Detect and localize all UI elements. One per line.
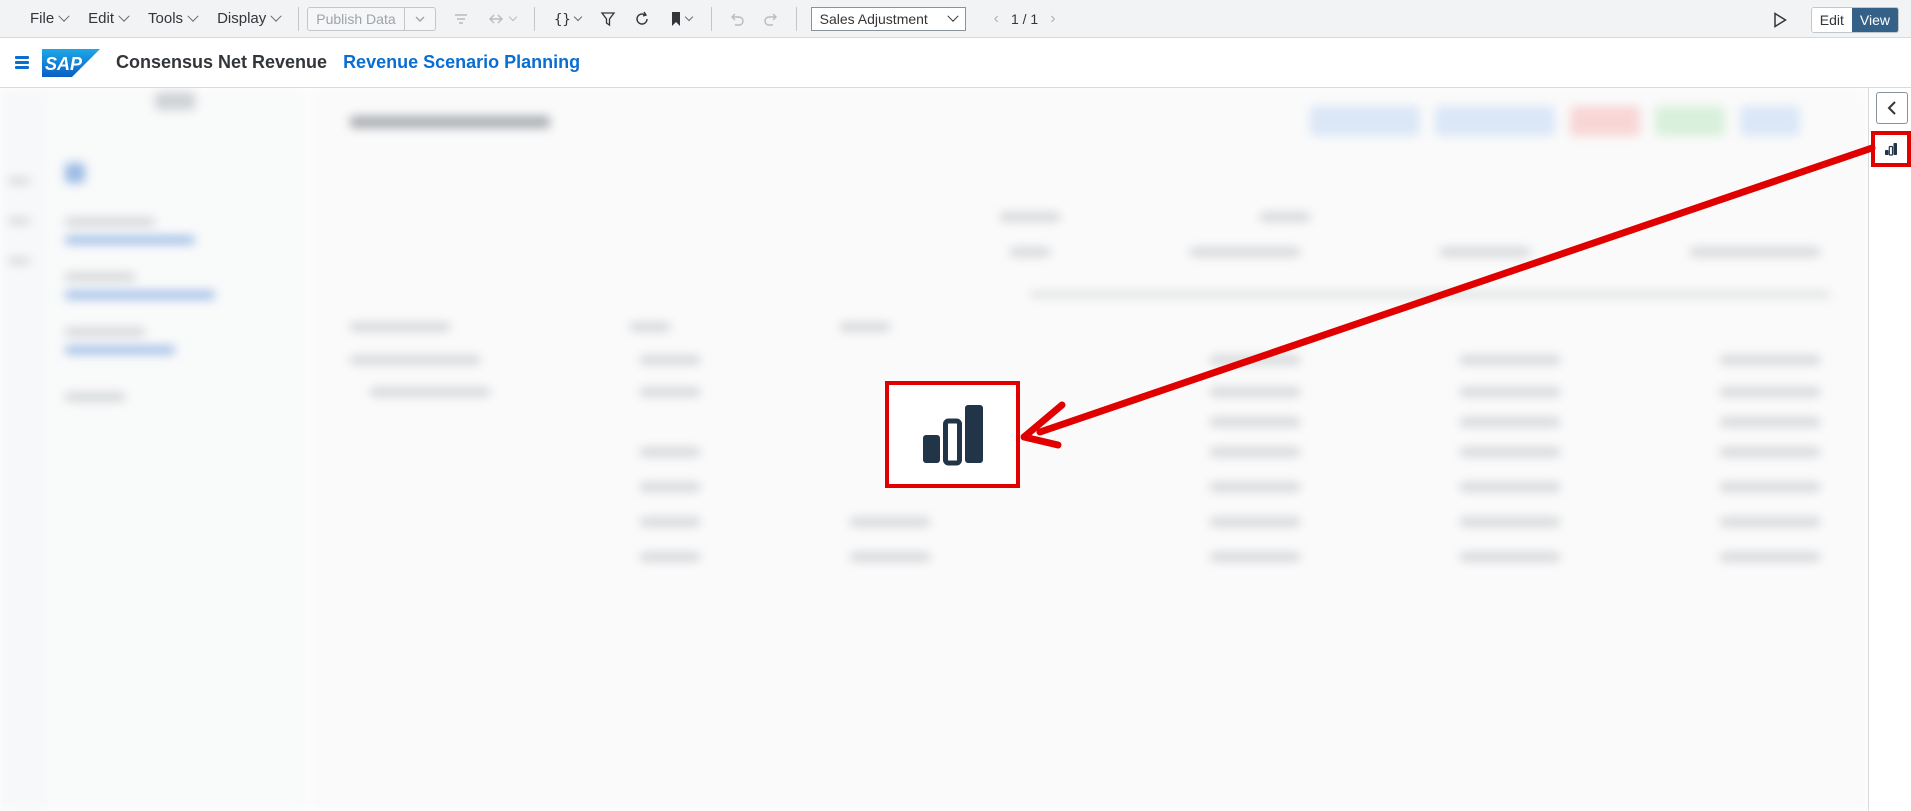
menu-file-label: File [30, 10, 55, 27]
page-navigator: ‹ 1 / 1 › [982, 10, 1068, 28]
toolbar-divider [533, 6, 535, 31]
blurred-side-panel [45, 88, 305, 811]
formula-icon[interactable]: {} [543, 4, 591, 34]
page-indicator: 1 / 1 [1010, 10, 1039, 27]
blurred-main [310, 88, 1868, 811]
chevron-down-icon [118, 10, 130, 22]
chevron-down-icon [508, 12, 517, 22]
edit-view-toggle: Edit View [1810, 7, 1899, 33]
redo-icon[interactable] [754, 4, 788, 34]
mode-controls: Edit View [1769, 7, 1899, 33]
refresh-icon[interactable] [625, 4, 659, 34]
right-side-rail [1868, 88, 1911, 811]
chevron-left-icon [1887, 101, 1896, 115]
svg-text:SAP: SAP [45, 54, 83, 74]
toolbar: File Edit Tools Display Publish Data {} … [0, 0, 1911, 38]
bookmark-icon[interactable] [659, 4, 703, 34]
toolbar-divider [795, 6, 797, 31]
publish-dropdown[interactable] [405, 8, 435, 30]
move-icon[interactable] [478, 4, 526, 34]
menu-display-label: Display [217, 10, 267, 27]
view-mode-button[interactable]: View [1851, 8, 1898, 32]
publish-data-button[interactable]: Publish Data [307, 6, 436, 31]
hamburger-menu-icon[interactable] [15, 54, 29, 72]
next-page-icon[interactable]: › [1050, 10, 1055, 28]
chevron-down-icon [415, 16, 425, 22]
menu-edit-label: Edit [88, 10, 115, 27]
menu-tools[interactable]: Tools [138, 0, 207, 38]
app-title: Consensus Net Revenue [116, 52, 328, 72]
menu-display[interactable]: Display [207, 0, 290, 38]
svg-text:{}: {} [554, 12, 571, 27]
chevron-down-icon [58, 10, 70, 22]
menu-tools-label: Tools [148, 10, 184, 27]
sap-logo[interactable]: SAP [42, 48, 100, 77]
play-icon[interactable] [1769, 9, 1791, 31]
view-select-value: Sales Adjustment [819, 10, 928, 27]
filter-icon[interactable] [591, 4, 625, 34]
chevron-down-icon [684, 12, 693, 22]
publish-data-label: Publish Data [308, 7, 405, 30]
blurred-left-strip [0, 88, 45, 811]
toolbar-divider [298, 6, 300, 31]
collapse-panel-button[interactable] [1876, 92, 1908, 124]
toolbar-divider [710, 6, 712, 31]
chevron-down-icon [187, 10, 199, 22]
undo-icon[interactable] [720, 4, 754, 34]
menu-file[interactable]: File [20, 0, 78, 38]
prev-page-icon[interactable]: ‹ [994, 10, 999, 28]
zoomed-bar-chart-icon [885, 381, 1020, 488]
bar-chart-icon [922, 404, 983, 465]
sort-icon[interactable] [444, 4, 478, 34]
story-title-link[interactable]: Revenue Scenario Planning [343, 52, 580, 73]
chevron-down-icon [946, 10, 959, 22]
menu-edit[interactable]: Edit [78, 0, 138, 38]
shell-header: SAP Consensus Net Revenue Revenue Scenar… [0, 38, 1911, 88]
chevron-down-icon [270, 10, 282, 22]
chevron-down-icon [573, 12, 582, 22]
view-select[interactable]: Sales Adjustment [810, 6, 966, 31]
bar-chart-icon[interactable] [1877, 135, 1905, 163]
edit-mode-button[interactable]: Edit [1811, 8, 1852, 32]
